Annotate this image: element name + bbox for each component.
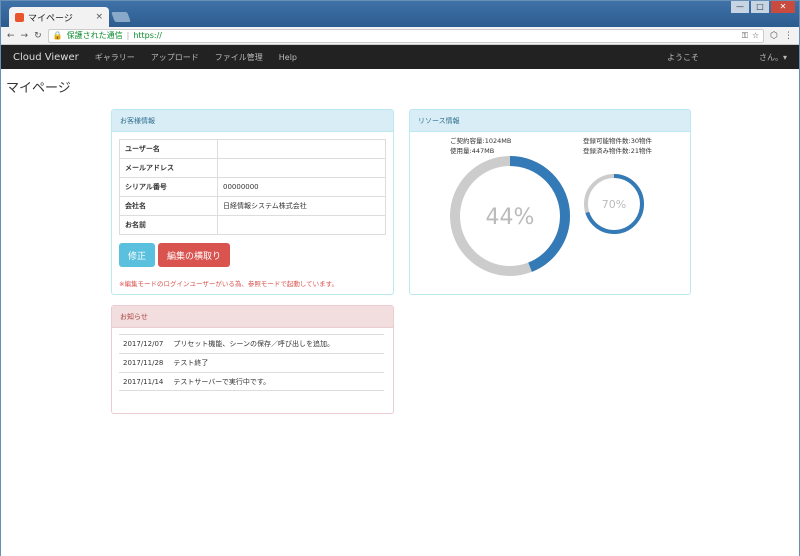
objects-gauge: 70%	[584, 174, 644, 234]
page-title: マイページ	[6, 81, 71, 96]
window-close-icon[interactable]: ✕	[771, 1, 795, 13]
table-row: 会社名 日経情報システム株式会社	[119, 196, 386, 216]
nav-file-management[interactable]: ファイル管理	[215, 52, 263, 63]
toolbar: ← → ↻ 🔒 保護された通信 | https:// ⚿ ☆ ⬡ ⋮	[1, 27, 799, 45]
site-navbar: Cloud Viewer ギャラリー アップロード ファイル管理 Help よう…	[1, 45, 799, 69]
welcome-text: ようこそ	[666, 52, 699, 62]
browser-window: マイページ × — □ ✕ ← → ↻ 🔒 保護された通信 | https://…	[0, 0, 800, 556]
back-icon[interactable]: ←	[7, 31, 15, 41]
secure-label: 保護された通信	[66, 31, 123, 40]
table-row: シリアル番号 00000000	[119, 177, 386, 197]
list-item: 2017/11/14 テストサーバーで実行中です。	[119, 372, 384, 391]
row-label: お名前	[119, 215, 218, 235]
reload-icon[interactable]: ↻	[34, 31, 42, 41]
window-controls: — □ ✕	[731, 1, 795, 13]
page-content: マイページ お客様情報 ユーザー名 メールアドレス シリアル番号 00000000…	[1, 69, 799, 556]
registered-text: 登録済み物件数:21物件	[583, 147, 652, 155]
star-icon[interactable]: ☆	[752, 31, 759, 40]
objects-info: 登録可能物件数:30物件 登録済み物件数:21物件	[583, 136, 652, 156]
storage-info: ご契約容量:1024MB 使用量:447MB	[450, 136, 511, 156]
key-icon[interactable]: ⚿	[742, 31, 748, 41]
nav-gallery[interactable]: ギャラリー	[95, 52, 135, 63]
news-text: プリセット機能、シーンの保存／呼び出しを追加。	[173, 340, 335, 348]
customer-info-heading: お客様情報	[112, 110, 393, 132]
row-label: ユーザー名	[119, 139, 218, 159]
storage-gauge-label: 44%	[486, 205, 535, 230]
list-item: 2017/12/07 プリセット機能、シーンの保存／呼び出しを追加。	[119, 334, 384, 353]
edit-button[interactable]: 修正	[119, 243, 155, 267]
news-panel: お知らせ 2017/12/07 プリセット機能、シーンの保存／呼び出しを追加。 2…	[111, 305, 394, 414]
minimize-icon[interactable]: —	[731, 1, 749, 13]
tab-bar: マイページ × — □ ✕	[1, 1, 799, 27]
tab-close-icon[interactable]: ×	[95, 12, 103, 22]
news-date: 2017/11/14	[123, 377, 164, 386]
new-tab-button[interactable]	[111, 12, 131, 22]
maximize-icon[interactable]: □	[751, 1, 769, 13]
row-label: 会社名	[119, 196, 218, 216]
row-value: 00000000	[217, 177, 386, 197]
list-item: 2017/11/28 テスト終了	[119, 353, 384, 372]
address-separator: |	[126, 31, 130, 40]
favicon-icon	[15, 12, 24, 22]
news-list: 2017/12/07 プリセット機能、シーンの保存／呼び出しを追加。 2017/1…	[119, 334, 384, 391]
row-label: シリアル番号	[119, 177, 218, 197]
take-over-edit-button[interactable]: 編集の横取り	[158, 243, 230, 267]
resource-info-heading: リソース情報	[410, 110, 690, 132]
address-url: https://	[133, 31, 162, 40]
news-date: 2017/12/07	[123, 340, 164, 348]
menu-icon[interactable]: ⋮	[784, 31, 793, 41]
tab-title: マイページ	[28, 13, 73, 24]
news-text: テストサーバーで実行中です。	[173, 377, 271, 386]
storage-gauge: 44%	[450, 156, 570, 276]
capacity-text: ご契約容量:1024MB	[450, 137, 512, 145]
registrable-text: 登録可能物件数:30物件	[583, 137, 652, 145]
browser-tab[interactable]: マイページ ×	[9, 7, 109, 27]
table-row: ユーザー名	[119, 139, 386, 159]
news-date: 2017/11/28	[123, 359, 164, 367]
row-value: 日経情報システム株式会社	[217, 196, 386, 216]
lock-icon: 🔒	[52, 31, 63, 40]
row-value	[217, 139, 386, 159]
row-label: メールアドレス	[119, 158, 218, 178]
nav-help[interactable]: Help	[279, 53, 297, 62]
user-menu[interactable]: さん。▾	[759, 52, 787, 63]
extension-icon[interactable]: ⬡	[770, 31, 778, 41]
row-value	[217, 215, 386, 235]
row-value	[217, 158, 386, 178]
news-text: テスト終了	[173, 359, 209, 367]
forward-icon[interactable]: →	[21, 31, 29, 41]
customer-info-panel: お客様情報 ユーザー名 メールアドレス シリアル番号 00000000 会社名 日経…	[111, 109, 394, 295]
nav-upload[interactable]: アップロード	[151, 52, 199, 63]
objects-gauge-label: 70%	[602, 198, 626, 211]
brand-link[interactable]: Cloud Viewer	[13, 52, 79, 63]
warning-text: ※編集モードのログインユーザーがいる為、参照モードで起動しています。	[119, 280, 338, 288]
table-row: お名前	[119, 215, 386, 235]
address-bar[interactable]: 🔒 保護された通信 | https:// ⚿ ☆	[47, 28, 765, 43]
table-row: メールアドレス	[119, 158, 386, 178]
resource-info-panel: リソース情報 ご契約容量:1024MB 使用量:447MB 登録可能物件数:30…	[409, 109, 691, 295]
news-heading: お知らせ	[112, 306, 393, 328]
nav-user-area: ようこそ さん。▾	[667, 52, 787, 63]
customer-info-table: ユーザー名 メールアドレス シリアル番号 00000000 会社名 日経情報システム…	[119, 139, 386, 235]
